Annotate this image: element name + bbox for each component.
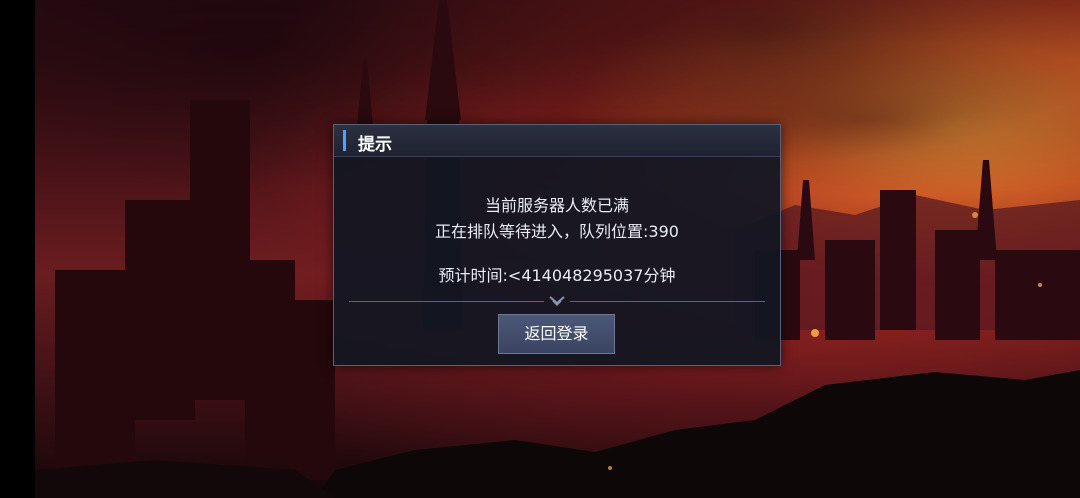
return-login-button[interactable]: 返回登录 xyxy=(498,314,615,354)
header-accent-bar xyxy=(343,130,346,151)
server-full-message: 当前服务器人数已满 xyxy=(484,196,629,215)
queue-position-message: 正在排队等待进入，队列位置:390 xyxy=(435,222,679,241)
ember xyxy=(608,466,612,470)
ember xyxy=(811,329,819,337)
foreground-rocks xyxy=(315,370,1080,498)
ember xyxy=(972,212,978,218)
dialog-header: 提示 xyxy=(334,125,780,157)
divider-right xyxy=(570,301,765,302)
ember xyxy=(1038,283,1042,287)
divider-left xyxy=(349,301,544,302)
dialog-title: 提示 xyxy=(358,135,392,155)
left-building xyxy=(55,100,335,480)
chevron-down-icon xyxy=(549,296,565,307)
estimated-time-message: 预计时间:<414048295037分钟 xyxy=(438,266,676,285)
queue-dialog: 提示 当前服务器人数已满 正在排队等待进入，队列位置:390 预计时间:<414… xyxy=(333,124,781,366)
